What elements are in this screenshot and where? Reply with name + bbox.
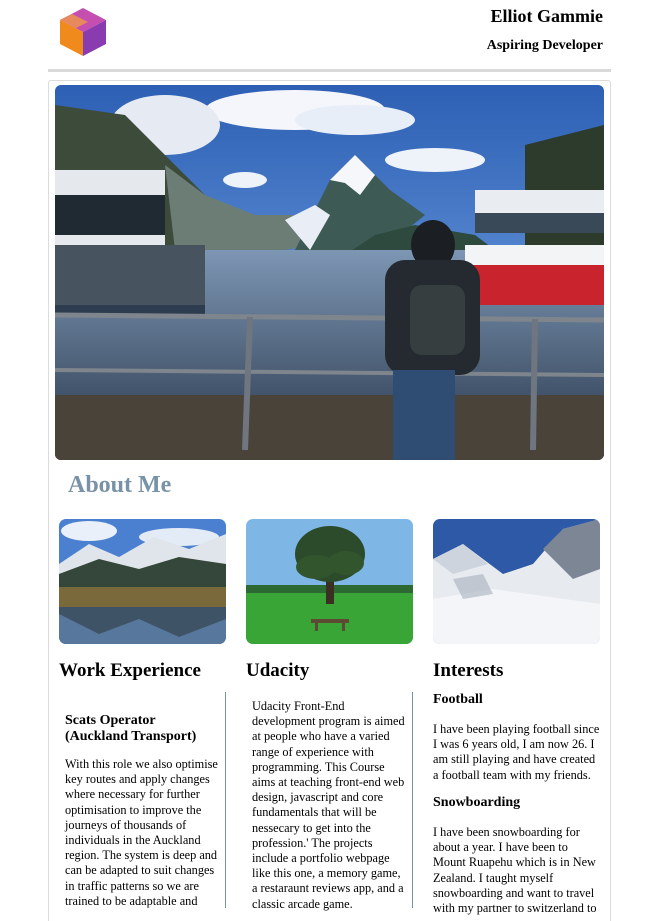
- site-owner-name: Elliot Gammie: [490, 6, 603, 26]
- column-divider-left: [225, 692, 226, 908]
- football-text: I have been playing football since I was…: [433, 722, 600, 782]
- column-divider-right: [412, 692, 413, 908]
- udacity-description: Udacity Front-End development program is…: [252, 699, 405, 911]
- interests-heading: Interests: [433, 660, 504, 681]
- work-experience-heading: Work Experience: [59, 660, 201, 681]
- site-subtitle: Aspiring Developer: [486, 38, 603, 53]
- snowboarding-text: I have been snowboarding for about a yea…: [433, 825, 597, 916]
- job-title: Scats Operator (Auckland Transport): [65, 713, 197, 744]
- interests-thumbnail-image: [433, 519, 600, 644]
- work-thumbnail-image: [59, 519, 226, 644]
- snowboarding-heading: Snowboarding: [433, 795, 521, 810]
- page-header: Elliot Gammie Aspiring Developer: [0, 0, 654, 72]
- work-description: With this role we also optimise key rout…: [65, 757, 218, 908]
- cube-logo-icon: [60, 8, 106, 56]
- header-divider: [48, 69, 611, 72]
- udacity-thumbnail-image: [246, 519, 413, 644]
- udacity-heading: Udacity: [246, 660, 310, 681]
- about-me-heading: About Me: [68, 472, 172, 498]
- hero-image: [55, 85, 604, 460]
- football-heading: Football: [433, 692, 483, 707]
